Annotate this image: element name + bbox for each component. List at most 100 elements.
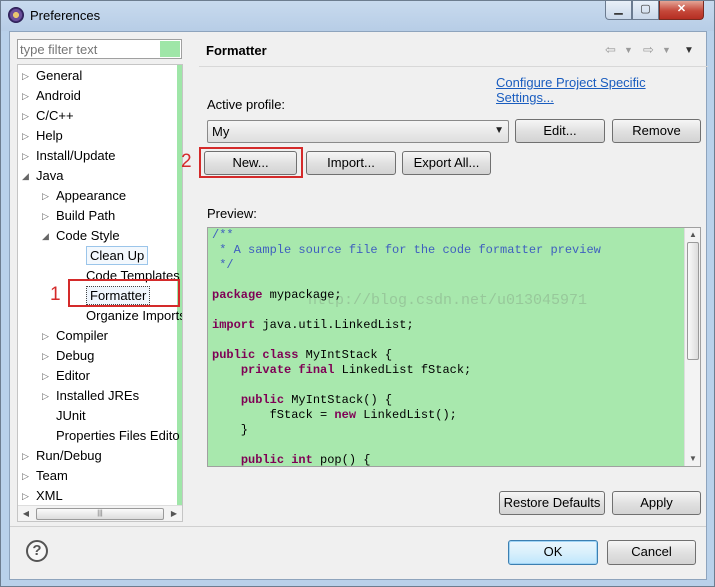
annotation-box-formatter bbox=[68, 279, 180, 307]
code-keyword: private final bbox=[240, 363, 335, 377]
expand-icon[interactable]: ▷ bbox=[22, 86, 32, 106]
filter-input[interactable] bbox=[20, 41, 160, 57]
tree-item-general[interactable]: ▷ General bbox=[18, 66, 177, 86]
preview-vertical-scrollbar[interactable]: ▲ ▼ bbox=[684, 228, 700, 466]
tree-item-help[interactable]: ▷ Help bbox=[18, 126, 177, 146]
back-icon[interactable]: ⇦ bbox=[605, 42, 616, 58]
code-line: */ bbox=[212, 258, 601, 273]
scroll-up-icon[interactable]: ▲ bbox=[686, 228, 700, 242]
tree-item-organize-imports[interactable]: Organize Imports bbox=[18, 306, 182, 326]
back-menu-icon[interactable]: ▼ bbox=[624, 45, 633, 55]
collapse-icon[interactable]: ◢ bbox=[42, 226, 52, 246]
tree-item-c-c-[interactable]: ▷ C/C++ bbox=[18, 106, 177, 126]
code-line: * A sample source file for the code form… bbox=[212, 243, 601, 258]
footer-separator bbox=[10, 526, 706, 527]
view-menu-icon[interactable]: ▼ bbox=[684, 45, 694, 56]
tree-item-team[interactable]: ▷ Team bbox=[18, 466, 177, 486]
code-text: LinkedList fStack; bbox=[334, 363, 472, 377]
code-text: pop() { bbox=[312, 453, 371, 467]
tree-horizontal-scrollbar[interactable]: ◀ ||| ▶ bbox=[18, 505, 182, 521]
code-text: LinkedList(); bbox=[356, 408, 457, 422]
expand-icon[interactable]: ▷ bbox=[22, 66, 32, 86]
tree-item-appearance[interactable]: ▷ Appearance bbox=[18, 186, 177, 206]
clear-filter-icon[interactable] bbox=[160, 41, 180, 57]
tree-item-debug[interactable]: ▷ Debug bbox=[18, 346, 177, 366]
ok-button[interactable]: OK bbox=[508, 540, 598, 565]
tree-item-label: Properties Files Edito bbox=[56, 428, 180, 443]
expand-icon[interactable]: ▷ bbox=[22, 486, 32, 506]
tree-item-build-path[interactable]: ▷ Build Path bbox=[18, 206, 177, 226]
tree-item-label: Team bbox=[36, 468, 68, 483]
expand-icon[interactable]: ▷ bbox=[22, 146, 32, 166]
tree-item-junit[interactable]: JUnit bbox=[18, 406, 177, 426]
tree-item-install-update[interactable]: ▷ Install/Update bbox=[18, 146, 177, 166]
forward-menu-icon[interactable]: ▼ bbox=[662, 45, 671, 55]
tree-item-compiler[interactable]: ▷ Compiler bbox=[18, 326, 177, 346]
restore-defaults-button[interactable]: Restore Defaults bbox=[499, 491, 605, 515]
forward-icon[interactable]: ⇨ bbox=[643, 42, 654, 58]
maximize-icon[interactable]: ▢ bbox=[632, 1, 659, 20]
remove-button[interactable]: Remove bbox=[612, 119, 701, 143]
tree-item-label: Install/Update bbox=[36, 148, 116, 163]
annotation-box-new bbox=[199, 147, 303, 178]
tree-item-label: Run/Debug bbox=[36, 448, 102, 463]
expand-icon[interactable]: ▷ bbox=[42, 186, 52, 206]
preview-code: /** * A sample source file for the code … bbox=[212, 228, 601, 467]
close-icon[interactable]: ✕ bbox=[659, 1, 704, 20]
title-bar[interactable]: Preferences ▁ ▢ ✕ bbox=[1, 1, 714, 31]
dialog-body: ◀ ||| ▶ ▷ General ▷ Android ▷ C/C++ ▷ Help ▷ Inst… bbox=[9, 31, 708, 580]
expand-icon[interactable]: ▷ bbox=[42, 206, 52, 226]
expand-icon[interactable]: ▷ bbox=[42, 386, 52, 406]
tree-item-properties-files-edito[interactable]: Properties Files Edito bbox=[18, 426, 180, 446]
profile-select[interactable]: My ▼ bbox=[207, 120, 509, 143]
tree-item-editor[interactable]: ▷ Editor bbox=[18, 366, 177, 386]
configure-project-settings-link[interactable]: Configure Project Specific Settings... bbox=[496, 75, 706, 105]
preview-scroll-thumb[interactable] bbox=[687, 242, 699, 360]
tree-item-label: Editor bbox=[56, 368, 90, 383]
export-all-button[interactable]: Export All... bbox=[402, 151, 491, 175]
tree-item-java[interactable]: ◢ Java bbox=[18, 166, 177, 186]
expand-icon[interactable]: ▷ bbox=[42, 366, 52, 386]
scroll-thumb[interactable]: ||| bbox=[36, 508, 164, 520]
scroll-left-icon[interactable]: ◀ bbox=[19, 507, 33, 521]
expand-icon[interactable]: ▷ bbox=[22, 446, 32, 466]
cancel-button[interactable]: Cancel bbox=[607, 540, 696, 565]
filter-field[interactable] bbox=[17, 39, 182, 59]
expand-icon[interactable]: ▷ bbox=[22, 126, 32, 146]
collapse-icon[interactable]: ◢ bbox=[22, 166, 32, 186]
apply-button[interactable]: Apply bbox=[612, 491, 701, 515]
tree-item-run-debug[interactable]: ▷ Run/Debug bbox=[18, 446, 177, 466]
annotation-number-2: 2 bbox=[181, 151, 192, 172]
tree-item-installed-jres[interactable]: ▷ Installed JREs bbox=[18, 386, 177, 406]
edit-button[interactable]: Edit... bbox=[515, 119, 605, 143]
tree-item-label: Clean Up bbox=[86, 246, 149, 265]
code-line: public int pop() { bbox=[212, 453, 601, 467]
code-line: /** bbox=[212, 228, 601, 243]
tree-item-android[interactable]: ▷ Android bbox=[18, 86, 177, 106]
expand-icon[interactable]: ▷ bbox=[42, 346, 52, 366]
minimize-icon[interactable]: ▁ bbox=[605, 1, 632, 20]
code-keyword: public int bbox=[240, 453, 313, 467]
tree-item-label: Java bbox=[36, 168, 64, 183]
code-text: fStack = bbox=[212, 408, 335, 422]
help-icon[interactable]: ? bbox=[26, 540, 48, 562]
tree-item-clean-up[interactable]: Clean Up bbox=[18, 246, 177, 266]
expand-icon[interactable]: ▷ bbox=[22, 106, 32, 126]
preview-label: Preview: bbox=[207, 206, 257, 221]
scroll-right-icon[interactable]: ▶ bbox=[167, 507, 181, 521]
code-text: mypackage; bbox=[262, 288, 342, 302]
tree-item-code-style[interactable]: ◢ Code Style bbox=[18, 226, 177, 246]
window-title: Preferences bbox=[30, 8, 101, 23]
expand-icon[interactable]: ▷ bbox=[22, 466, 32, 486]
scroll-down-icon[interactable]: ▼ bbox=[686, 452, 700, 466]
import-button[interactable]: Import... bbox=[306, 151, 396, 175]
expand-icon[interactable]: ▷ bbox=[42, 326, 52, 346]
tree-item-label: Build Path bbox=[56, 208, 116, 223]
tree-item-xml[interactable]: ▷ XML bbox=[18, 486, 177, 506]
tree-item-label: Android bbox=[36, 88, 81, 103]
